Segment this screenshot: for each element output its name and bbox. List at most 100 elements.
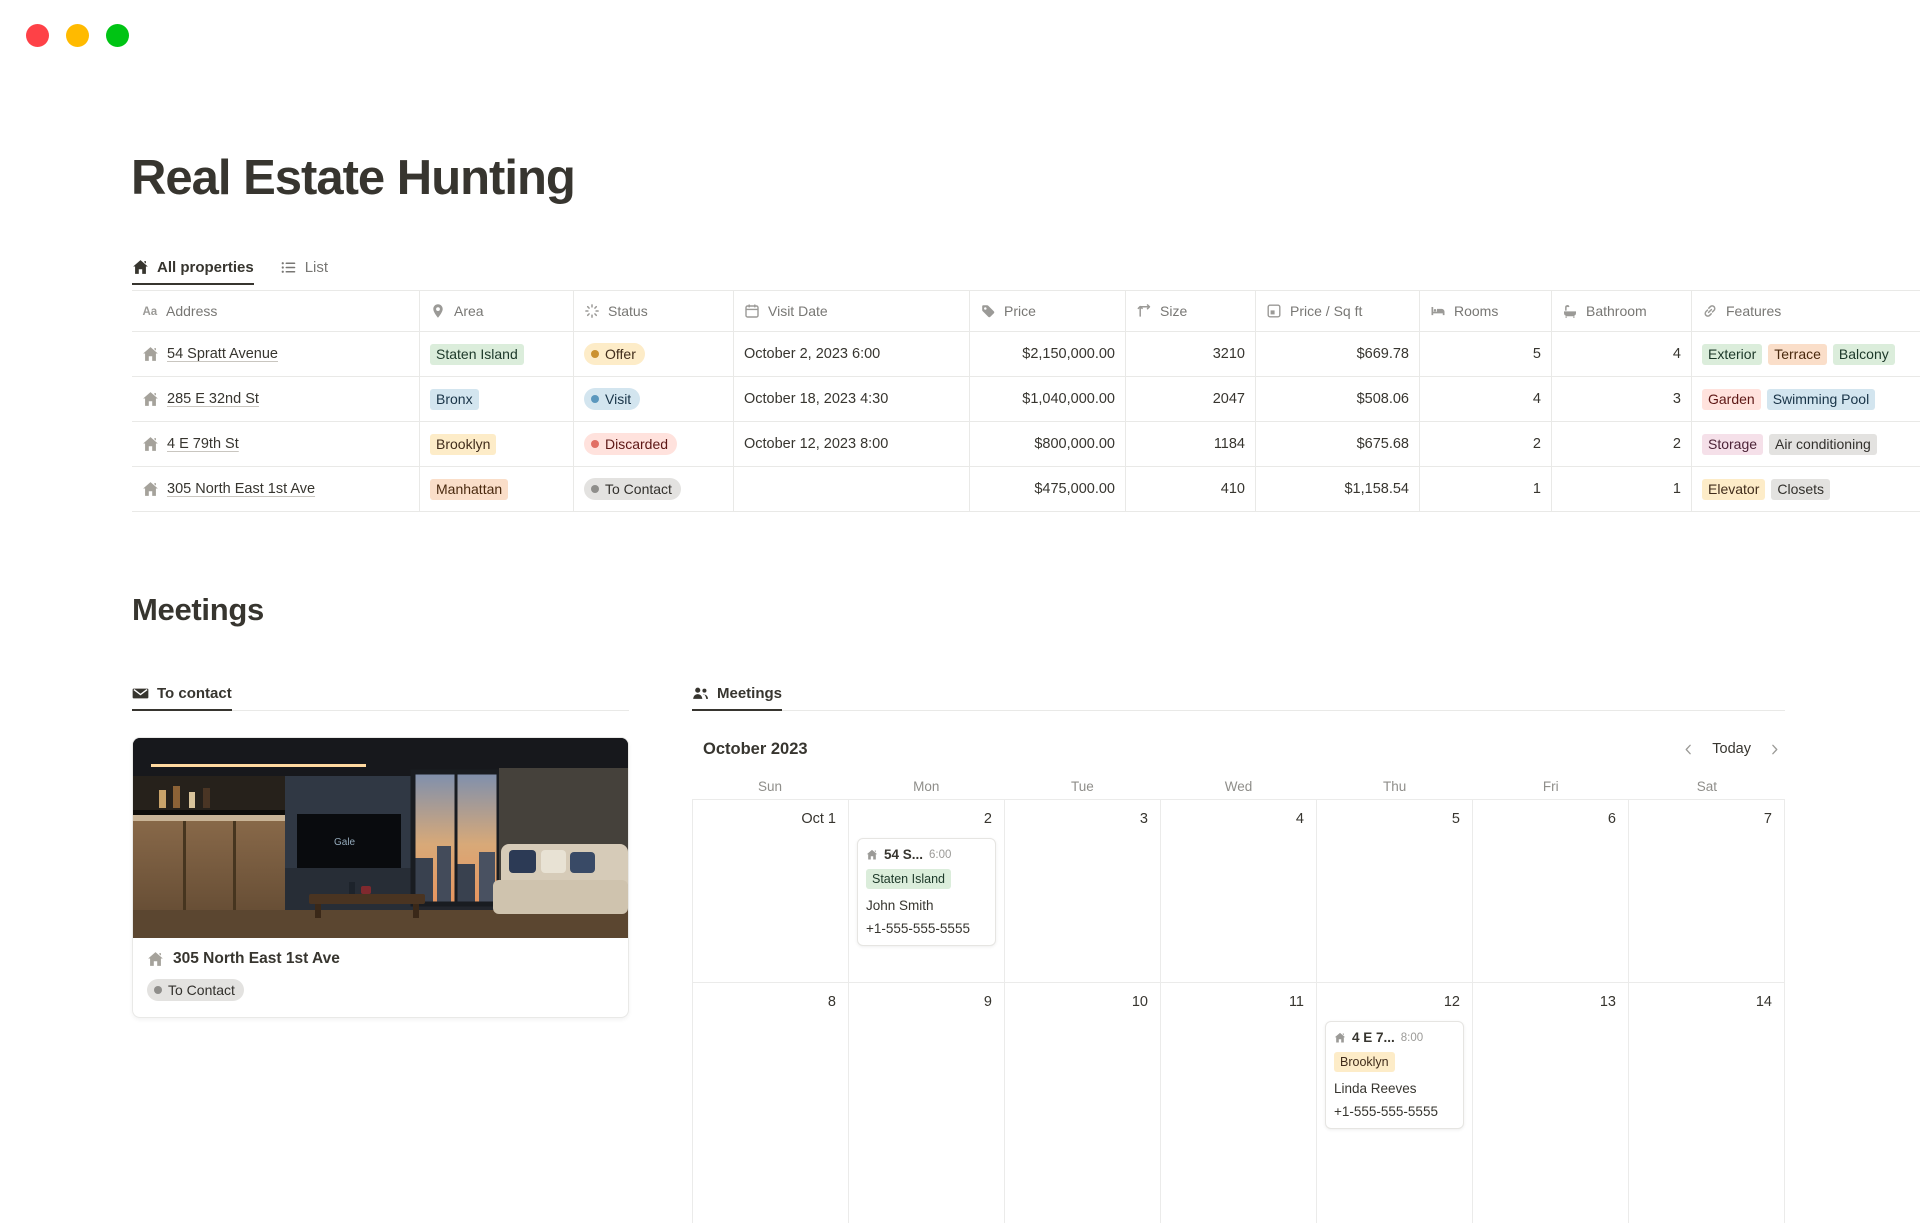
address-cell[interactable]: 285 E 32nd St	[132, 377, 420, 421]
property-card-body: 305 North East 1st Ave To Contact	[133, 938, 628, 1017]
calendar-cell[interactable]: 7	[1629, 800, 1785, 983]
rooms-cell[interactable]: 5	[1420, 332, 1552, 376]
column-header-size[interactable]: Size	[1126, 291, 1256, 331]
meeting-event-card[interactable]: 4 E 7... 8:00 Brooklyn Linda Reeves +1-5…	[1325, 1021, 1464, 1129]
status-cell[interactable]: To Contact	[574, 467, 734, 511]
rooms-cell[interactable]: 1	[1420, 467, 1552, 511]
size-cell[interactable]: 3210	[1126, 332, 1256, 376]
status-cell[interactable]: Discarded	[574, 422, 734, 466]
price-cell[interactable]: $1,040,000.00	[970, 377, 1126, 421]
day-header: Sat	[1629, 779, 1785, 794]
tab-list[interactable]: List	[280, 252, 328, 285]
bathroom-cell[interactable]: 4	[1552, 332, 1692, 376]
features-cell[interactable]: Storage Air conditioning	[1692, 422, 1920, 466]
features-cell[interactable]: Garden Swimming Pool	[1692, 377, 1920, 421]
features-cell[interactable]: Exterior Terrace Balcony	[1692, 332, 1920, 376]
calendar-cell[interactable]: 5	[1317, 800, 1473, 983]
price-cell[interactable]: $2,150,000.00	[970, 332, 1126, 376]
address-link[interactable]: 54 Spratt Avenue	[167, 346, 278, 362]
calendar-cell[interactable]: 14	[1629, 983, 1785, 1223]
bathroom-cell[interactable]: 2	[1552, 422, 1692, 466]
tab-meetings[interactable]: Meetings	[692, 678, 782, 711]
visit-date-cell[interactable]	[734, 467, 970, 511]
zoom-window-button[interactable]	[106, 24, 129, 47]
status-cell[interactable]: Offer	[574, 332, 734, 376]
visit-date-cell[interactable]: October 18, 2023 4:30	[734, 377, 970, 421]
area-cell[interactable]: Manhattan	[420, 467, 574, 511]
price-sqft-cell[interactable]: $508.06	[1256, 377, 1420, 421]
bathroom-cell[interactable]: 1	[1552, 467, 1692, 511]
event-phone-link[interactable]: +1-555-555-5555	[866, 921, 987, 936]
area-cell[interactable]: Brooklyn	[420, 422, 574, 466]
column-header-visit-date[interactable]: Visit Date	[734, 291, 970, 331]
status-cell[interactable]: Visit	[574, 377, 734, 421]
price-sqft-cell[interactable]: $669.78	[1256, 332, 1420, 376]
tab-to-contact[interactable]: To contact	[132, 678, 232, 711]
price-cell[interactable]: $800,000.00	[970, 422, 1126, 466]
calendar-cell[interactable]: 9	[849, 983, 1005, 1223]
calendar-cell[interactable]: 3	[1005, 800, 1161, 983]
features-cell[interactable]: Elevator Closets	[1692, 467, 1920, 511]
size-cell[interactable]: 2047	[1126, 377, 1256, 421]
calendar-cell[interactable]: 10	[1005, 983, 1161, 1223]
column-header-area[interactable]: Area	[420, 291, 574, 331]
calendar-cell[interactable]: 12 4 E 7... 8:00 Brooklyn Linda Reeves +…	[1317, 983, 1473, 1223]
feature-badge: Air conditioning	[1769, 434, 1877, 455]
day-header: Tue	[1004, 779, 1160, 794]
column-header-features[interactable]: Features	[1692, 291, 1920, 331]
size-cell[interactable]: 1184	[1126, 422, 1256, 466]
bathroom-cell[interactable]: 3	[1552, 377, 1692, 421]
visit-date-cell[interactable]: October 12, 2023 8:00	[734, 422, 970, 466]
tab-all-properties[interactable]: All properties	[132, 252, 254, 285]
calendar-cell[interactable]: 6	[1473, 800, 1629, 983]
previous-month-button[interactable]	[1682, 743, 1695, 756]
today-button[interactable]: Today	[1712, 741, 1751, 757]
calendar-cell[interactable]: 8	[693, 983, 849, 1223]
area-cell[interactable]: Bronx	[420, 377, 574, 421]
address-cell[interactable]: 305 North East 1st Ave	[132, 467, 420, 511]
day-header: Wed	[1160, 779, 1316, 794]
area-cell[interactable]: Staten Island	[420, 332, 574, 376]
calendar-cell[interactable]: Oct 1	[693, 800, 849, 983]
meeting-event-card[interactable]: 54 S... 6:00 Staten Island John Smith +1…	[857, 838, 996, 946]
date-label: 12	[1329, 992, 1460, 1012]
date-label: 4	[1173, 809, 1304, 829]
event-phone-link[interactable]: +1-555-555-5555	[1334, 1104, 1455, 1119]
status-badge: Offer	[584, 343, 645, 365]
calendar-cell[interactable]: 13	[1473, 983, 1629, 1223]
address-link[interactable]: 4 E 79th St	[167, 436, 239, 452]
address-link[interactable]: 305 North East 1st Ave	[167, 481, 315, 497]
price-cell[interactable]: $475,000.00	[970, 467, 1126, 511]
notion-window: Real Estate Hunting All properties List …	[0, 0, 1920, 1200]
column-label: Price	[1004, 303, 1036, 319]
close-window-button[interactable]	[26, 24, 49, 47]
column-label: Visit Date	[768, 303, 828, 319]
calendar-month-label: October 2023	[703, 740, 808, 759]
visit-date-cell[interactable]: October 2, 2023 6:00	[734, 332, 970, 376]
page-title[interactable]: Real Estate Hunting	[131, 150, 575, 206]
price-sqft-cell[interactable]: $675.68	[1256, 422, 1420, 466]
calendar-cell[interactable]: 2 54 S... 6:00 Staten Island John Smith …	[849, 800, 1005, 983]
address-cell[interactable]: 54 Spratt Avenue	[132, 332, 420, 376]
column-header-bathroom[interactable]: Bathroom	[1552, 291, 1692, 331]
column-header-price-sqft[interactable]: Price / Sq ft	[1256, 291, 1420, 331]
feature-badge: Terrace	[1768, 344, 1827, 365]
price-sqft-cell[interactable]: $1,158.54	[1256, 467, 1420, 511]
minimize-window-button[interactable]	[66, 24, 89, 47]
calendar-cell[interactable]: 11	[1161, 983, 1317, 1223]
column-header-rooms[interactable]: Rooms	[1420, 291, 1552, 331]
column-header-address[interactable]: Aa Address	[132, 291, 420, 331]
calendar-cell[interactable]: 4	[1161, 800, 1317, 983]
next-month-button[interactable]	[1768, 743, 1781, 756]
column-label: Bathroom	[1586, 303, 1647, 319]
column-header-price[interactable]: Price	[970, 291, 1126, 331]
address-link[interactable]: 285 E 32nd St	[167, 391, 259, 407]
rooms-cell[interactable]: 2	[1420, 422, 1552, 466]
address-cell[interactable]: 4 E 79th St	[132, 422, 420, 466]
rooms-cell[interactable]: 4	[1420, 377, 1552, 421]
property-card[interactable]: Gale 305 North East 1	[132, 737, 629, 1018]
link-icon	[1702, 303, 1718, 319]
column-header-status[interactable]: Status	[574, 291, 734, 331]
size-cell[interactable]: 410	[1126, 467, 1256, 511]
status-badge: Discarded	[584, 433, 677, 455]
